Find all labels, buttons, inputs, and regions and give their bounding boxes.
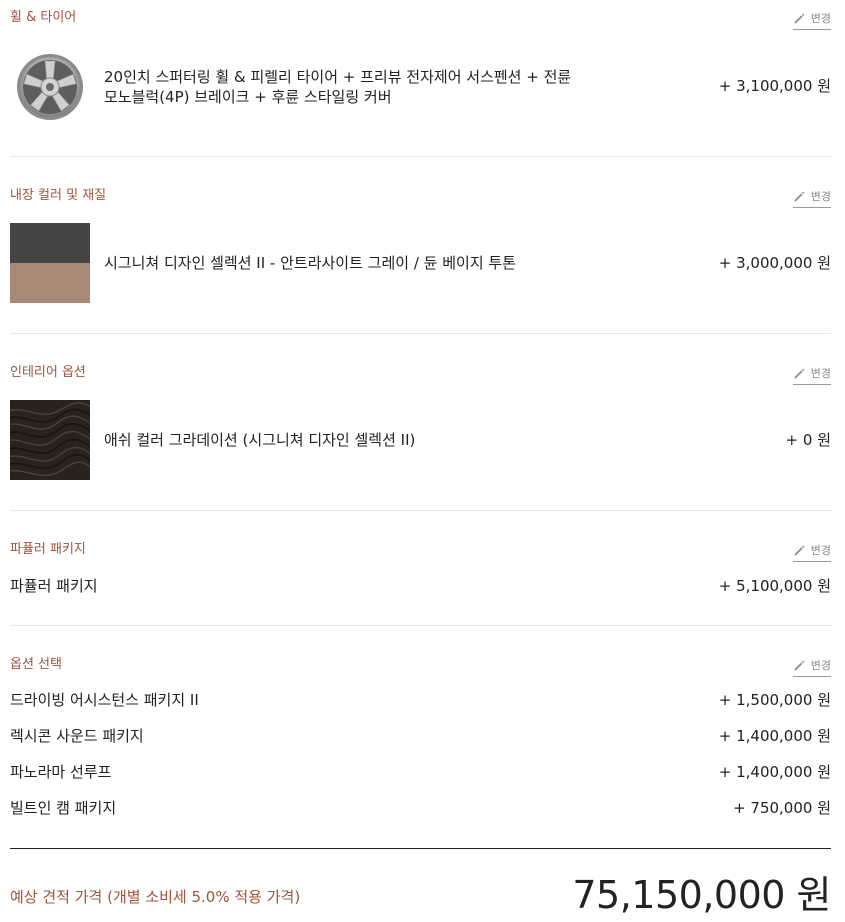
quote-summary: 휠 & 타이어 변경 20인치 스퍼터링 휠 & 피렐리 타이어 + 프리뷰 전… bbox=[0, 0, 845, 922]
section-popular-package: 파퓰러 패키지 변경 파퓰러 패키지 + 5,100,000 원 bbox=[10, 541, 831, 611]
swatch-bottom bbox=[10, 263, 90, 303]
edit-label: 변경 bbox=[810, 544, 831, 557]
total-divider bbox=[10, 848, 831, 849]
total-price: 75,150,000 원 bbox=[572, 873, 831, 917]
option-name: 드라이빙 어시스턴스 패키지 II bbox=[10, 691, 199, 709]
option-name: 렉시콘 사운드 패키지 bbox=[10, 727, 144, 745]
pencil-icon bbox=[794, 191, 804, 201]
edit-label: 변경 bbox=[810, 659, 831, 672]
section-title: 내장 컬러 및 재질 bbox=[10, 188, 107, 203]
section-wheels: 휠 & 타이어 변경 20인치 스퍼터링 휠 & 피렐리 타이어 + 프리뷰 전… bbox=[10, 9, 831, 149]
option-price: + 750,000 원 bbox=[733, 799, 831, 817]
item-name: 20인치 스퍼터링 휠 & 피렐리 타이어 + 프리뷰 전자제어 서스펜션 + … bbox=[104, 67, 604, 107]
wheel-icon bbox=[15, 52, 85, 122]
section-title: 인테리어 옵션 bbox=[10, 365, 86, 380]
section-options: 옵션 선택 변경 드라이빙 어시스턴스 패키지 II + 1,500,000 원… bbox=[10, 656, 831, 826]
item-name-line-2: 모노블럭(4P) 브레이크 + 후륜 스타일링 커버 bbox=[104, 88, 392, 106]
edit-button[interactable]: 변경 bbox=[792, 541, 831, 562]
divider bbox=[10, 156, 831, 157]
pencil-icon bbox=[794, 545, 804, 555]
section-interior-color: 내장 컬러 및 재질 변경 시그니쳐 디자인 셀렉션 II - 안트라사이트 그… bbox=[10, 187, 831, 317]
option-name: 빌트인 캠 패키지 bbox=[10, 799, 117, 817]
item-price: + 3,100,000 원 bbox=[718, 77, 831, 95]
edit-button[interactable]: 변경 bbox=[792, 9, 831, 30]
item-price: + 3,000,000 원 bbox=[718, 254, 831, 272]
edit-button[interactable]: 변경 bbox=[792, 187, 831, 208]
total-label: 예상 견적 가격 (개별 소비세 5.0% 적용 가격) bbox=[10, 888, 301, 906]
item-name: 애쉬 컬러 그라데이션 (시그니쳐 디자인 셀렉션 II) bbox=[104, 431, 416, 449]
section-title: 휠 & 타이어 bbox=[10, 10, 77, 25]
swatch-top bbox=[10, 223, 90, 263]
pencil-icon bbox=[794, 13, 804, 23]
option-name: 파노라마 선루프 bbox=[10, 763, 112, 781]
item-row: 애쉬 컬러 그라데이션 (시그니쳐 디자인 셀렉션 II) + 0 원 bbox=[4, 400, 831, 480]
edit-button[interactable]: 변경 bbox=[792, 656, 831, 677]
divider bbox=[10, 510, 831, 511]
item-name-line-1: 20인치 스퍼터링 휠 & 피렐리 타이어 + 프리뷰 전자제어 서스펜션 + … bbox=[104, 68, 572, 86]
option-price: + 1,500,000 원 bbox=[718, 691, 831, 709]
item-row: 시그니쳐 디자인 셀렉션 II - 안트라사이트 그레이 / 듄 베이지 투톤 … bbox=[10, 223, 831, 303]
section-title: 파퓰러 패키지 bbox=[10, 542, 86, 557]
item-row: 20인치 스퍼터링 휠 & 피렐리 타이어 + 프리뷰 전자제어 서스펜션 + … bbox=[10, 46, 831, 126]
option-price: + 1,400,000 원 bbox=[718, 727, 831, 745]
divider bbox=[10, 625, 831, 626]
option-price: + 1,400,000 원 bbox=[718, 763, 831, 781]
pencil-icon bbox=[794, 368, 804, 378]
section-interior-option: 인테리어 옵션 변경 애쉬 컬러 그라데이션 (시그니쳐 디자인 셀렉션 II)… bbox=[4, 364, 831, 494]
wood-texture-image bbox=[4, 400, 101, 480]
edit-label: 변경 bbox=[810, 12, 831, 25]
edit-label: 변경 bbox=[810, 190, 831, 203]
section-title: 옵션 선택 bbox=[10, 657, 62, 672]
divider bbox=[10, 333, 831, 334]
color-swatch bbox=[10, 223, 90, 303]
edit-label: 변경 bbox=[810, 367, 831, 380]
pencil-icon bbox=[794, 660, 804, 670]
edit-button[interactable]: 변경 bbox=[792, 364, 831, 385]
item-price: + 0 원 bbox=[785, 431, 831, 449]
item-name: 파퓰러 패키지 bbox=[10, 577, 98, 595]
item-name: 시그니쳐 디자인 셀렉션 II - 안트라사이트 그레이 / 듄 베이지 투톤 bbox=[104, 254, 516, 272]
item-price: + 5,100,000 원 bbox=[718, 577, 831, 595]
